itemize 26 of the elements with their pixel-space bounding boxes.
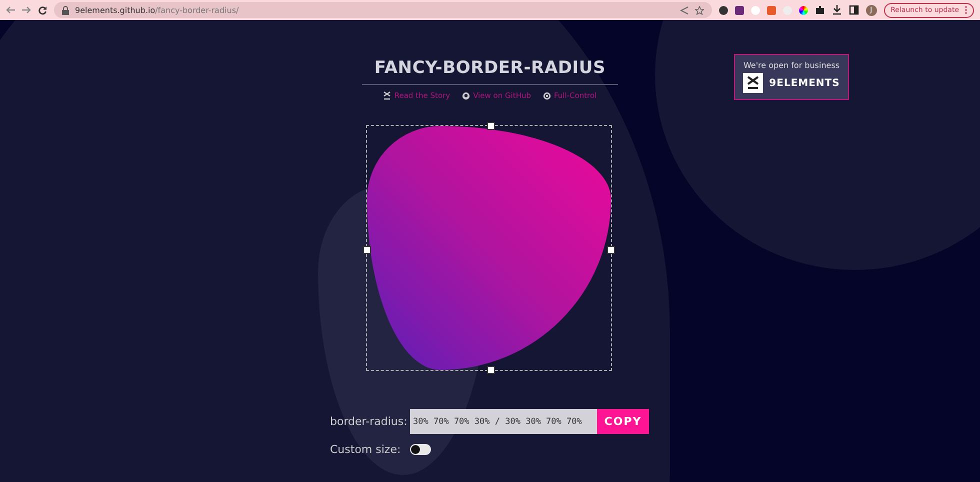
forward-icon[interactable] [22, 6, 31, 14]
side-panel-icon[interactable] [848, 5, 859, 15]
custom-size-toggle[interactable] [410, 444, 431, 455]
address-bar[interactable]: 9elements.github.io/fancy-border-radius/ [54, 2, 712, 18]
logo-icon [383, 91, 392, 100]
url-text: 9elements.github.io/fancy-border-radius/ [75, 6, 239, 14]
badge-tagline: We're open for business [743, 61, 840, 70]
back-icon[interactable] [6, 6, 15, 14]
coin-icon [542, 92, 551, 100]
border-radius-label: border-radius: [330, 415, 408, 428]
share-icon[interactable] [680, 6, 689, 14]
star-icon[interactable] [694, 6, 704, 14]
copy-button[interactable]: COPY [597, 409, 649, 434]
resize-handle[interactable] [607, 246, 615, 254]
download-icon[interactable] [832, 5, 842, 15]
resize-handle[interactable] [487, 366, 495, 374]
brand-name: 9ELEMENTS [769, 78, 840, 88]
logo-icon [743, 73, 764, 93]
resize-handle[interactable] [363, 246, 371, 254]
border-radius-field[interactable]: 30% 70% 70% 30% / 30% 30% 70% 70% [410, 409, 597, 434]
lock-icon [62, 6, 69, 14]
resize-handle[interactable] [487, 122, 495, 130]
custom-size-label: Custom size: [330, 443, 402, 456]
business-badge[interactable]: We're open for business 9ELEMENTS [734, 54, 849, 100]
reload-icon[interactable] [38, 6, 47, 14]
page-title: FANCY-BORDER-RADIUS [362, 58, 618, 85]
